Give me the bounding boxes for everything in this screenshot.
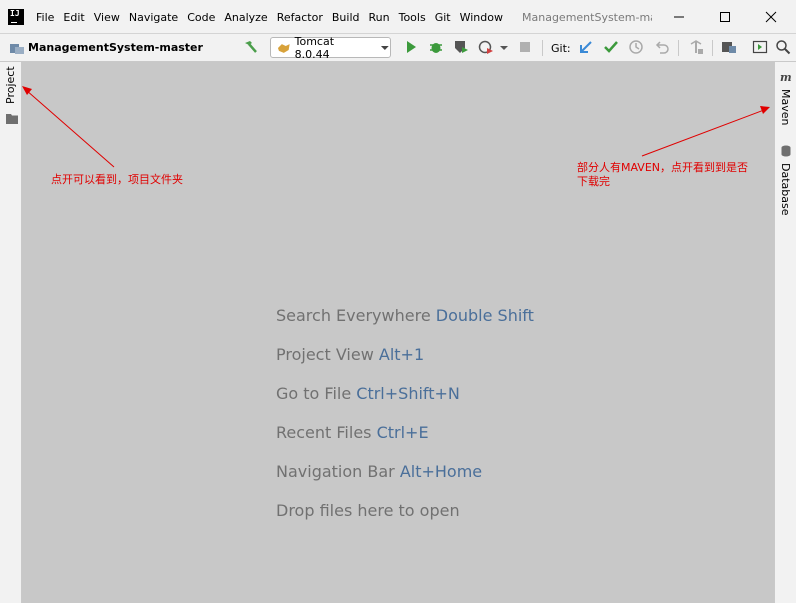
stop-icon[interactable] [517, 39, 533, 55]
maven-tool-tab[interactable]: Maven [779, 89, 792, 125]
left-tool-strip: Project [0, 62, 22, 603]
window-title: ManagementSystem-master [522, 11, 652, 24]
main-menu: File Edit View Navigate Code Analyze Ref… [36, 11, 512, 24]
hint-text: Project View [276, 345, 379, 364]
hint-shortcut: Alt+1 [378, 345, 425, 364]
hint-go-to-file: Go to File Ctrl+Shift+N [276, 384, 460, 403]
breadcrumb[interactable]: ManagementSystem-master [10, 41, 203, 54]
hint-text: Go to File [276, 384, 357, 403]
menu-analyze[interactable]: Analyze [224, 11, 267, 24]
debug-bug-icon[interactable] [428, 39, 444, 55]
project-folder-icon [10, 43, 24, 54]
hint-text: Navigation Bar [276, 462, 400, 481]
run-config-select[interactable]: Tomcat 8.0.44 [270, 34, 391, 61]
toolbar-separator [542, 40, 543, 56]
svg-text:m: m [780, 71, 792, 83]
project-name: ManagementSystem-master [28, 41, 203, 54]
database-icon [781, 145, 791, 157]
hint-shortcut: Double Shift [435, 306, 534, 325]
project-structure-icon[interactable] [721, 39, 737, 55]
hint-text: Search Everywhere [276, 306, 436, 325]
run-icon[interactable] [403, 39, 419, 55]
profiler-icon[interactable] [478, 39, 494, 55]
git-commit-check-icon[interactable] [603, 39, 619, 55]
menu-view[interactable]: View [94, 11, 120, 24]
menu-window[interactable]: Window [460, 11, 503, 24]
search-everywhere-icon[interactable] [775, 39, 791, 55]
coverage-icon[interactable] [453, 39, 469, 55]
vcs-branch-icon[interactable] [688, 39, 704, 55]
hint-text: Drop files here to open [276, 501, 460, 520]
git-history-clock-icon[interactable] [628, 39, 644, 55]
annotation-left-note: 点开可以看到，项目文件夹 [51, 173, 183, 186]
toolbar: ManagementSystem-master Tomcat 8.0.44 Gi… [0, 34, 796, 62]
run-config-label: Tomcat 8.0.44 [294, 34, 335, 61]
menu-git[interactable]: Git [435, 11, 451, 24]
git-rollback-icon[interactable] [654, 39, 670, 55]
minimize-icon[interactable] [672, 10, 686, 24]
annotation-right-note-line2: 下载完 [577, 175, 610, 188]
folder-icon [6, 114, 18, 124]
database-tool-tab[interactable]: Database [779, 163, 792, 216]
toolbar-separator [712, 40, 713, 56]
hint-shortcut: Alt+Home [399, 462, 483, 481]
toolbar-separator [678, 40, 679, 56]
menu-bar: IJ File Edit View Navigate Code Analyze … [0, 0, 796, 34]
hint-project-view: Project View Alt+1 [276, 345, 424, 364]
project-tool-tab[interactable]: Project [4, 66, 17, 104]
hint-search-everywhere: Search Everywhere Double Shift [276, 306, 534, 325]
git-label: Git: [551, 42, 571, 55]
hint-shortcut: Ctrl+E [376, 423, 429, 442]
menu-navigate[interactable]: Navigate [129, 11, 178, 24]
menu-refactor[interactable]: Refactor [277, 11, 323, 24]
run-options-chevron-icon[interactable] [499, 39, 509, 55]
menu-code[interactable]: Code [187, 11, 215, 24]
tomcat-icon [277, 43, 290, 53]
editor-empty-area[interactable]: Search Everywhere Double Shift Project V… [22, 62, 774, 603]
build-hammer-icon[interactable] [243, 39, 259, 55]
maven-icon: m [780, 71, 792, 83]
maximize-icon[interactable] [718, 10, 732, 24]
chevron-down-icon [381, 45, 390, 50]
right-tool-strip: m Maven Database [774, 62, 796, 603]
presentation-mode-icon[interactable] [752, 39, 768, 55]
menu-file[interactable]: File [36, 11, 54, 24]
hint-text: Recent Files [276, 423, 377, 442]
menu-tools[interactable]: Tools [399, 11, 426, 24]
menu-build[interactable]: Build [332, 11, 360, 24]
close-icon[interactable] [764, 10, 778, 24]
menu-run[interactable]: Run [369, 11, 390, 24]
intellij-logo-icon: IJ [8, 9, 24, 25]
git-update-arrow-icon[interactable] [578, 39, 594, 55]
hint-recent-files: Recent Files Ctrl+E [276, 423, 429, 442]
hint-drop-files: Drop files here to open [276, 501, 460, 520]
hint-shortcut: Ctrl+Shift+N [356, 384, 460, 403]
hint-navigation-bar: Navigation Bar Alt+Home [276, 462, 482, 481]
menu-edit[interactable]: Edit [63, 11, 84, 24]
